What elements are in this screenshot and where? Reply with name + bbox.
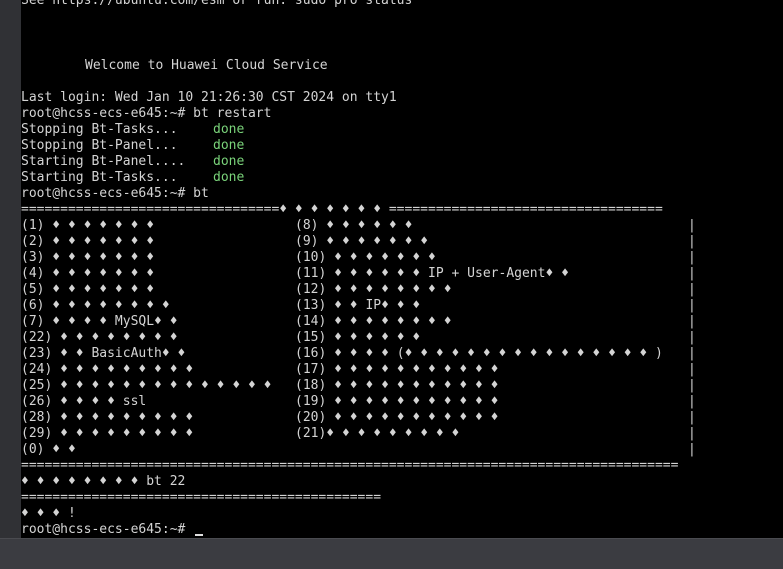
menu-border-right: | <box>688 362 696 377</box>
menu-item-right: (13) ♦ ♦ IP♦ ♦ ♦ <box>295 298 421 313</box>
menu-border-right: | <box>688 346 696 361</box>
prompt-bt: root@hcss-ecs-e645:~# bt <box>21 186 209 201</box>
menu-item-left: (28) ♦ ♦ ♦ ♦ ♦ ♦ ♦ ♦ ♦ <box>21 410 194 425</box>
menu-border-right: | <box>688 330 696 345</box>
status-line: Stopping Bt-Panel... done <box>21 138 244 154</box>
menu-item-left: (22) ♦ ♦ ♦ ♦ ♦ ♦ ♦ ♦ <box>21 330 178 345</box>
menu-border-right: | <box>688 282 696 297</box>
menu-item-right: (15) ♦ ♦ ♦ ♦ ♦ ♦ <box>295 330 421 345</box>
menu-border-right: | <box>688 314 696 329</box>
menu-item-left: (1) ♦ ♦ ♦ ♦ ♦ ♦ ♦ <box>21 218 155 233</box>
status-label: Stopping Bt-Tasks... <box>21 122 178 137</box>
menu-border-right: | <box>688 426 696 441</box>
prompt-bt-restart: root@hcss-ecs-e645:~# bt restart <box>21 106 272 121</box>
menu-item-left: (23) ♦ ♦ BasicAuth♦ ♦ <box>21 346 186 361</box>
menu-border-right: | <box>688 250 696 265</box>
menu-item-right: (17) ♦ ♦ ♦ ♦ ♦ ♦ ♦ ♦ ♦ ♦ ♦ <box>295 362 499 377</box>
desktop-bottom-strip <box>0 538 783 569</box>
status-line: Starting Bt-Tasks... done <box>21 170 244 186</box>
menu-item-right: (20) ♦ ♦ ♦ ♦ ♦ ♦ ♦ ♦ ♦ ♦ ♦ <box>295 410 499 425</box>
menu-item-left: (4) ♦ ♦ ♦ ♦ ♦ ♦ ♦ <box>21 266 155 281</box>
menu-hint: ♦ ♦ ♦ ♦ ♦ ♦ ♦ ♦ bt 22 <box>21 474 186 489</box>
input-prompt: ♦ ♦ ♦ ! <box>21 506 76 521</box>
status-line: Starting Bt-Panel.... done <box>21 154 244 170</box>
menu-border-right: | <box>688 442 696 457</box>
desktop-left-strip <box>0 0 21 568</box>
menu-item-left: (29) ♦ ♦ ♦ ♦ ♦ ♦ ♦ ♦ ♦ <box>21 426 194 441</box>
status-label: Starting Bt-Tasks... <box>21 170 178 185</box>
menu-item-right: (8) ♦ ♦ ♦ ♦ ♦ ♦ <box>295 218 413 233</box>
menu-item-left: (2) ♦ ♦ ♦ ♦ ♦ ♦ ♦ <box>21 234 155 249</box>
menu-border-right: | <box>688 378 696 393</box>
menu-border-right: | <box>688 234 696 249</box>
menu-border-right: | <box>688 410 696 425</box>
menu-border-right: | <box>688 218 696 233</box>
menu-item-right: (18) ♦ ♦ ♦ ♦ ♦ ♦ ♦ ♦ ♦ ♦ ♦ <box>295 378 499 393</box>
last-login: Last login: Wed Jan 10 21:26:30 CST 2024… <box>21 90 397 105</box>
menu-item-right: (9) ♦ ♦ ♦ ♦ ♦ ♦ ♦ <box>295 234 429 249</box>
divider-line: ========================================… <box>21 490 382 505</box>
menu-border-right: | <box>688 394 696 409</box>
menu-item-left: (24) ♦ ♦ ♦ ♦ ♦ ♦ ♦ ♦ ♦ <box>21 362 194 377</box>
menu-top-border: =================================♦ ♦ ♦ ♦… <box>21 202 663 217</box>
text-cursor <box>195 534 204 536</box>
status-done: done <box>213 122 245 137</box>
terminal-window[interactable]: See https://ubuntu.com/esm or run: sudo … <box>21 0 783 538</box>
menu-item-left: (7) ♦ ♦ ♦ ♦ MySQL♦ ♦ <box>21 314 178 329</box>
menu-item-left: (5) ♦ ♦ ♦ ♦ ♦ ♦ ♦ <box>21 282 155 297</box>
menu-item-right: (19) ♦ ♦ ♦ ♦ ♦ ♦ ♦ ♦ ♦ ♦ ♦ <box>295 394 499 409</box>
menu-item-left: (0) ♦ ♦ <box>21 442 76 457</box>
menu-item-right: (12) ♦ ♦ ♦ ♦ ♦ ♦ ♦ ♦ <box>295 282 452 297</box>
menu-border-right: | <box>688 266 696 281</box>
menu-border-right: | <box>688 298 696 313</box>
menu-item-left: (6) ♦ ♦ ♦ ♦ ♦ ♦ ♦ ♦ <box>21 298 170 313</box>
motd-hint: See https://ubuntu.com/esm or run: sudo … <box>21 0 413 8</box>
status-done: done <box>213 138 245 153</box>
status-done: done <box>213 170 245 185</box>
menu-item-right: (21)♦ ♦ ♦ ♦ ♦ ♦ ♦ ♦ ♦ <box>295 426 460 441</box>
status-label: Stopping Bt-Panel... <box>21 138 178 153</box>
menu-bottom-border: ========================================… <box>21 458 679 473</box>
menu-item-right: (14) ♦ ♦ ♦ ♦ ♦ ♦ ♦ ♦ <box>295 314 452 329</box>
menu-item-left: (3) ♦ ♦ ♦ ♦ ♦ ♦ ♦ <box>21 250 155 265</box>
menu-item-right: (11) ♦ ♦ ♦ ♦ ♦ ♦ IP + User-Agent♦ ♦ <box>295 266 569 281</box>
menu-item-left: (25) ♦ ♦ ♦ ♦ ♦ ♦ ♦ ♦ ♦ ♦ ♦ ♦ ♦ ♦ <box>21 378 272 393</box>
status-line: Stopping Bt-Tasks... done <box>21 122 244 138</box>
shell-prompt[interactable]: root@hcss-ecs-e645:~# <box>21 522 204 538</box>
menu-item-right: (16) ♦ ♦ ♦ ♦ (♦ ♦ ♦ ♦ ♦ ♦ ♦ ♦ ♦ ♦ ♦ ♦ ♦ … <box>295 346 663 361</box>
prompt-text: root@hcss-ecs-e645:~# <box>21 522 194 537</box>
welcome-banner: Welcome to Huawei Cloud Service <box>85 58 328 73</box>
status-done: done <box>213 154 245 169</box>
status-label: Starting Bt-Panel.... <box>21 154 186 169</box>
menu-item-left: (26) ♦ ♦ ♦ ♦ ssl <box>21 394 147 409</box>
menu-item-right: (10) ♦ ♦ ♦ ♦ ♦ ♦ ♦ <box>295 250 436 265</box>
